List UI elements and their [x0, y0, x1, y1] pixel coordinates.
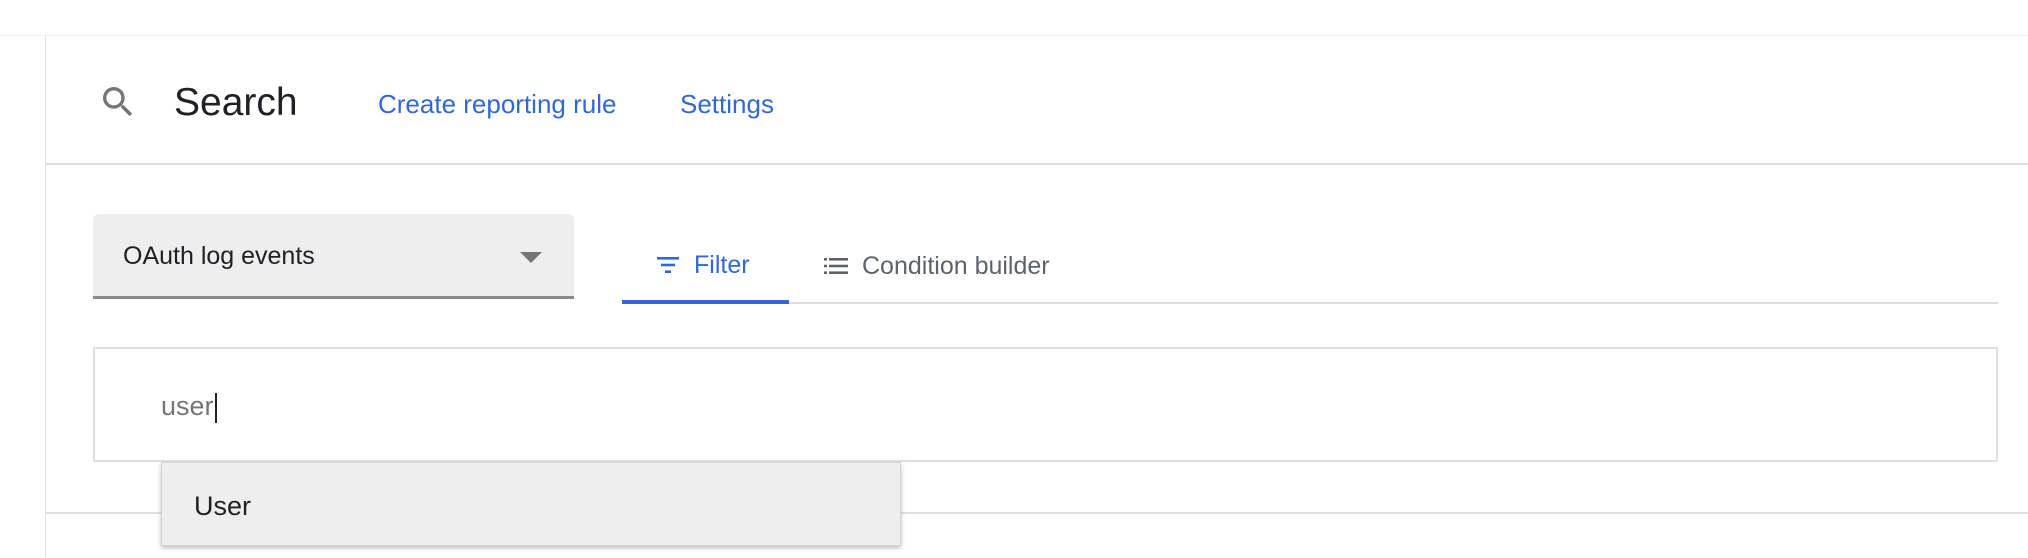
log-source-select[interactable]: OAuth log events — [93, 214, 574, 299]
filter-icon — [657, 257, 679, 273]
log-source-value: OAuth log events — [123, 242, 315, 270]
tab-condition-builder-label: Condition builder — [862, 252, 1050, 280]
query-input-text: user — [161, 390, 217, 423]
dropdown-arrow-icon — [520, 252, 542, 263]
autocomplete-option-user[interactable]: User — [194, 490, 251, 522]
text-cursor — [214, 392, 217, 423]
query-mode-tabs: Filter Condition builder — [622, 230, 1998, 304]
query-input[interactable]: user — [93, 347, 1998, 462]
create-reporting-rule-link[interactable]: Create reporting rule — [378, 88, 616, 120]
list-icon — [824, 258, 848, 274]
tab-condition-builder[interactable]: Condition builder — [824, 230, 1084, 302]
page-title: Search — [174, 81, 298, 124]
query-value: user — [161, 391, 214, 421]
search-header: Search Create reporting rule Settings — [46, 36, 2028, 165]
tab-filter-label: Filter — [694, 251, 750, 279]
autocomplete-dropdown: User — [161, 462, 901, 546]
tab-filter[interactable]: Filter — [622, 230, 789, 304]
settings-link[interactable]: Settings — [680, 88, 774, 120]
search-icon — [103, 87, 133, 117]
